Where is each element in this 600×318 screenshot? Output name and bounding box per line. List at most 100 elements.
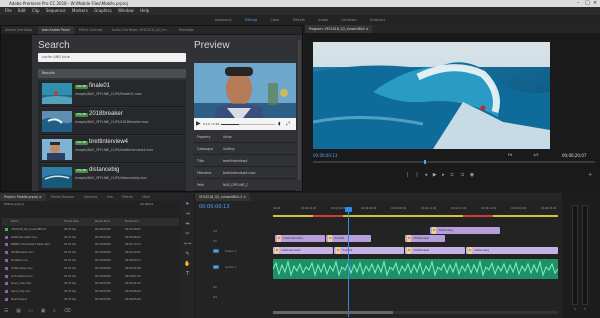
add-button-icon[interactable]: + [588, 172, 592, 178]
hand-tool-icon[interactable]: ✋ [184, 261, 191, 267]
panel-scrollbar[interactable] [298, 40, 301, 180]
table-row[interactable]: 2018breaker.mov 29.97 fps 00;00;00;00 00;00… [2, 249, 179, 257]
workspace-libraries[interactable]: Libraries [341, 15, 356, 25]
tab-metadata[interactable]: Metadata [175, 26, 198, 34]
track-a2[interactable]: A2 [213, 285, 217, 289]
timeline-clip[interactable]: fx distancebig [466, 247, 558, 254]
table-row[interactable]: barrel_top.mov 29.97 fps 00;00;00;00 00;00;… [2, 288, 179, 296]
lift-icon[interactable]: ⊏ [450, 172, 454, 178]
list-view-icon[interactable]: ☰ [4, 308, 8, 314]
minimize-icon[interactable]: – [577, 0, 580, 7]
menu-sequence[interactable]: Sequence [46, 7, 66, 15]
menu-help[interactable]: Help [140, 7, 149, 15]
audio-clip[interactable] [272, 259, 559, 279]
step-forward-icon[interactable]: ▸ [442, 172, 445, 178]
tab-libraries[interactable]: Libraries [80, 193, 102, 201]
razor-tool-icon[interactable]: ✂ [184, 231, 191, 237]
timeline-scrollbar[interactable] [273, 311, 558, 314]
menu-graphics[interactable]: Graphics [94, 7, 112, 15]
tab-info[interactable]: Info [103, 193, 117, 201]
menu-clip[interactable]: Clip [32, 7, 40, 15]
table-row[interactable]: finale01.mov 29.97 fps 00;00;00;00 00;00;09… [2, 257, 179, 265]
extract-icon[interactable]: ⊐ [460, 172, 464, 178]
col-media-end[interactable]: Media End [125, 218, 139, 226]
workspace-graphics[interactable]: Graphics [370, 15, 385, 25]
col-media-start[interactable]: Media Start [95, 218, 110, 226]
export-frame-icon[interactable]: ◉ [470, 172, 474, 178]
playhead-handle[interactable] [345, 207, 352, 212]
step-back-icon[interactable]: ◂ [425, 172, 428, 178]
workspace-color[interactable]: Color [270, 15, 279, 25]
table-row[interactable]: brettinterview4.mov 29.97 fps 00;00;00;00 0… [2, 234, 179, 242]
maximize-icon[interactable]: □ [585, 0, 590, 7]
table-row[interactable]: VFX2018_Q2_innsbr0804-3 29.97 fps 00;00;00… [2, 226, 179, 234]
new-item-icon[interactable]: ▣ [41, 308, 46, 314]
program-video-frame[interactable] [313, 42, 550, 149]
timeline-clip[interactable]: fx 2018breaker [405, 247, 465, 254]
track-select-tool-icon[interactable]: ⇥ [184, 211, 191, 217]
new-bin-icon[interactable]: ▭ [28, 308, 33, 314]
workspace-audio[interactable]: Audio [318, 15, 328, 25]
workspace-effects[interactable]: Effects [293, 15, 305, 25]
ripple-edit-tool-icon[interactable]: ⇹ [184, 221, 191, 227]
result-item[interactable]: ONLINE finale01 images/NAS_OFFLINE_CLIPS… [38, 80, 186, 107]
tab-effects[interactable]: Effects [118, 193, 137, 201]
program-playhead[interactable] [424, 160, 426, 164]
col-name[interactable]: Name [11, 218, 19, 226]
tab-markers[interactable]: Mark [138, 193, 154, 201]
pen-tool-icon[interactable]: ✎ [184, 251, 191, 257]
timeline-clip[interactable]: fx brettinterview4 [273, 247, 333, 254]
tab-axel-panel[interactable]: Axel Andrm Panel [37, 26, 74, 34]
col-frame-rate[interactable]: Frame Rate [64, 218, 79, 226]
search-input[interactable]: surfer AND blue [38, 53, 186, 62]
result-item[interactable]: ONLINE brettinterview4 images/NAS_OFFLIN… [38, 136, 186, 163]
play-icon[interactable]: ▶ [196, 120, 201, 127]
fit-dropdown[interactable]: Fit [508, 153, 512, 157]
table-row[interactable]: distancebig.mov 29.97 fps 00;00;00;00 00;00… [2, 265, 179, 273]
menu-file[interactable]: File [5, 7, 12, 15]
solo-icon[interactable]: S [574, 307, 576, 311]
preview-scrubber[interactable] [221, 124, 275, 125]
result-item[interactable]: ONLINE distancebig images/NAS_OFFLINE_CL… [38, 164, 186, 191]
table-row[interactable]: wave_rider.mov 29.97 fps 00;00;00;00 00;00;… [2, 280, 179, 288]
timeline-timecode[interactable]: 00;00;00;13 [199, 204, 230, 210]
timeline-ruler[interactable]: 00;00 00;00;02;00 00;00;04;00 00;00;06;0… [273, 207, 558, 215]
track-a1[interactable]: A1 [213, 265, 219, 269]
close-icon[interactable]: × [593, 0, 597, 7]
tab-media-browser[interactable]: Media Browser [47, 193, 79, 201]
play-button-icon[interactable]: ▶ [433, 172, 437, 178]
mark-out-icon[interactable]: ❘ [415, 172, 419, 178]
tab-program[interactable]: Program: VFX2018_Q2_innsbr0804 ≡ [305, 25, 373, 33]
program-timecode-in[interactable]: 00;00;00;13 [313, 153, 337, 158]
scrollbar-thumb[interactable] [273, 311, 393, 314]
track-v1[interactable]: V1 [213, 249, 219, 253]
tab-audio-clip-mixer[interactable]: Audio Clip Mixer: VFX2018_Q2_inn... [108, 26, 174, 34]
tab-project[interactable]: Project: Mobile.prproj ≡ [0, 193, 46, 201]
selection-tool-icon[interactable]: ➤ [184, 201, 191, 207]
solo-icon[interactable]: S [584, 307, 586, 311]
icon-view-icon[interactable]: ▦ [16, 308, 21, 314]
track-a3[interactable]: A3 [213, 295, 217, 299]
table-row[interactable]: surfcutback.mov 29.97 fps 00;00;00;00 00;00… [2, 273, 179, 281]
resolution-dropdown[interactable]: 1/2 [533, 153, 539, 157]
timeline-clip[interactable]: fx distancebig [430, 227, 500, 234]
timeline-clip[interactable]: fx brettinterview4 [275, 235, 325, 242]
tab-effect-controls[interactable]: Effect Controls [75, 26, 106, 34]
track-v2[interactable]: V2 [213, 239, 217, 243]
timeline-clip[interactable]: fxfinale01 [334, 247, 404, 254]
tab-sequence[interactable]: VFX2018_Q2_innsbr0804-3 ≡ [195, 193, 250, 201]
program-scrub-bar[interactable] [313, 161, 595, 163]
workspace-assembly[interactable]: Assembly [215, 15, 232, 25]
track-v3[interactable]: V3 [213, 229, 217, 233]
tab-search[interactable]: Search (No Data) [1, 26, 36, 34]
timeline-clip[interactable]: fx 2018breaker [405, 235, 445, 242]
menu-window[interactable]: Window [118, 7, 134, 15]
trash-icon[interactable]: ⌫ [63, 308, 70, 314]
type-tool-icon[interactable]: T [184, 271, 191, 277]
timeline-playhead[interactable] [348, 207, 349, 317]
fullscreen-icon[interactable]: ⤢ [286, 121, 290, 127]
mark-in-icon[interactable]: ❘ [405, 172, 409, 178]
menu-edit[interactable]: Edit [18, 7, 26, 15]
menu-markers[interactable]: Markers [72, 7, 88, 15]
table-row[interactable]: BMMM_Horse Road Trails.mp4 29.97 fps 00;00… [2, 241, 179, 249]
